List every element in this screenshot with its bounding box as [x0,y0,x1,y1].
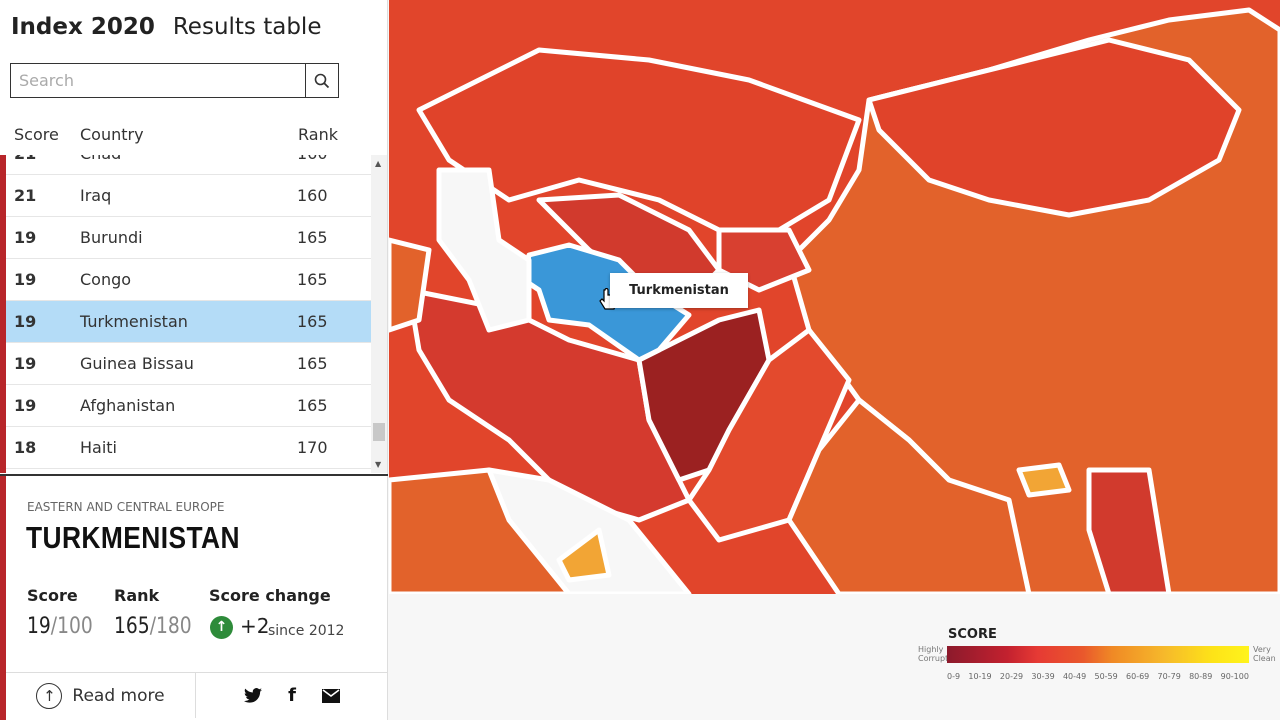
country-detail: EASTERN AND CENTRAL EUROPE TURKMENISTAN … [0,474,388,720]
search-input[interactable] [11,64,305,97]
legend-range-label: 10-19 [968,672,992,681]
row-score: 19 [14,270,37,289]
table-row[interactable]: 19 Congo 165 [6,259,371,301]
row-rank: 165 [297,270,328,289]
rank-label: Rank [114,586,160,605]
row-rank: 170 [297,438,328,457]
legend-range-label: 70-79 [1157,672,1181,681]
row-score: 21 [14,155,36,163]
row-rank: 160 [297,155,328,163]
since-label: since 2012 [268,623,345,639]
twitter-icon[interactable] [244,688,263,703]
legend-range-label: 60-69 [1126,672,1150,681]
row-country: Chad [80,155,121,163]
legend-ticks: 0-9 10-19 20-29 30-39 40-49 50-59 60-69 70-79 80… [947,672,1249,681]
map-tooltip: Turkmenistan [610,273,748,308]
legend-range-label: 40-49 [1062,672,1087,681]
row-rank: 165 [297,312,328,331]
row-score: 21 [14,186,37,205]
row-rank: 165 [297,396,328,415]
country-bhutan [1016,462,1072,498]
region-label: EASTERN AND CENTRAL EUROPE [27,500,225,514]
read-more-label: Read more [72,685,165,706]
read-more-button[interactable]: ↑ Read more [6,673,196,718]
score-value: 19/100 [27,614,93,639]
rank-value: 165/180 [114,614,192,639]
scroll-up-icon[interactable]: ▲ [375,159,381,168]
column-score[interactable]: Score [14,125,59,144]
legend-title: SCORE [948,627,997,642]
email-icon[interactable] [321,688,340,703]
row-country: Guinea Bissau [80,354,194,373]
row-country: Haiti [80,438,117,457]
legend-range-label: 50-59 [1094,672,1118,681]
row-country: Afghanistan [80,396,176,415]
legend-range-label: 0-9 [947,672,961,681]
row-score: 19 [14,228,37,247]
index-title: Index 2020 [11,14,155,40]
search-icon [314,73,330,88]
row-rank: 160 [297,186,328,205]
row-score: 18 [14,438,37,457]
legend-range-label: 30-39 [1031,672,1055,681]
rank: 165 [114,614,150,639]
legend-high-label: Very Clean [1253,645,1276,663]
scrollbar-thumb[interactable] [373,423,385,441]
row-country: Burundi [80,228,143,247]
score-max: /100 [50,614,93,639]
country-name: TURKMENISTAN [26,520,240,555]
legend-color-scale [947,646,1249,663]
table-row[interactable]: 19 Turkmenistan 165 [6,301,371,343]
table-row[interactable]: 21 Chad 160 [6,155,371,175]
score-change-value: +2 [240,614,270,638]
score-legend: SCORE Highly Corrupt Very Clean 0-9 10-19… [915,625,1280,695]
table-row[interactable]: 19 Burundi 165 [6,217,371,259]
scroll-down-icon[interactable]: ▼ [375,460,381,469]
world-map[interactable] [389,0,1280,594]
row-rank: 165 [297,228,328,247]
legend-low-label: Highly Corrupt [918,645,949,663]
map-svg [389,7,1280,594]
results-panel: Index 2020 Results table Score Country Ra… [0,0,388,720]
arrow-up-circle-icon: ↑ [36,682,63,709]
results-list: 21 Chad 160 21 Iraq 160 19 Burundi 165 19 Congo 165… [6,155,371,473]
legend-range-label: 90-100 [1220,672,1249,681]
facebook-icon[interactable]: f [288,685,296,706]
legend-range-label: 80-89 [1189,672,1213,681]
row-country: Iraq [80,186,112,205]
arrow-up-icon: ↑ [210,616,233,639]
score: 19 [27,614,51,639]
search-box [10,63,339,98]
column-country[interactable]: Country [80,125,144,144]
row-rank: 165 [297,354,328,373]
row-country: Congo [80,270,132,289]
legend-range-label: 20-29 [999,672,1024,681]
table-row[interactable]: 19 Afghanistan 165 [6,385,371,427]
row-score: 19 [14,396,37,415]
page-title: Index 2020 Results table [11,14,321,40]
row-score: 19 [14,312,37,331]
scrollbar[interactable]: ▲ ▼ [371,155,387,473]
detail-footer: ↑ Read more f [6,672,388,718]
results-table-title: Results table [172,14,322,40]
search-button[interactable] [305,64,338,97]
score-label: Score [27,586,78,605]
column-rank[interactable]: Rank [298,125,338,144]
row-score: 19 [14,354,37,373]
rank-max: /180 [149,614,192,639]
score-change-label: Score change [209,586,331,605]
row-country: Turkmenistan [80,312,188,331]
table-row[interactable]: 21 Iraq 160 [6,175,371,217]
table-row[interactable]: 18 Haiti 170 [6,427,371,469]
table-row[interactable]: 19 Guinea Bissau 165 [6,343,371,385]
